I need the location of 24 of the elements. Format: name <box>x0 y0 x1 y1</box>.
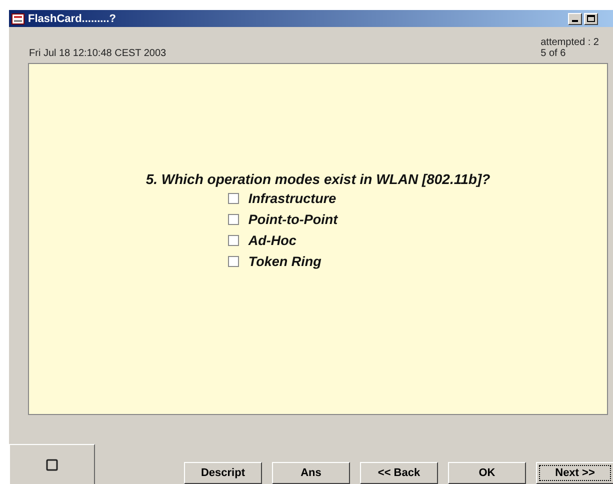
option-label: Ad-Hoc <box>248 233 296 248</box>
nav-button[interactable]: OK <box>448 462 526 484</box>
tab[interactable] <box>9 444 95 484</box>
app-icon <box>11 12 25 26</box>
option-label: Point-to-Point <box>248 212 338 227</box>
checkbox[interactable] <box>228 235 240 246</box>
question-text: 5. Which operation modes exist in WLAN [802.11b]? <box>146 171 490 187</box>
checkbox[interactable] <box>228 214 240 225</box>
option-label: Token Ring <box>248 254 322 269</box>
nav-button[interactable]: << Back <box>360 462 438 484</box>
progress-count: 5 of 6 <box>540 48 567 59</box>
window-title: FlashCard.........? <box>28 12 116 24</box>
maximize-icon <box>587 15 595 22</box>
maximize-button[interactable] <box>584 12 598 24</box>
checkbox[interactable] <box>228 256 240 267</box>
attempted-count: attempted : 2 <box>540 37 599 48</box>
nav-button[interactable]: Next >> <box>536 462 613 484</box>
nav-button[interactable]: Ans <box>272 462 350 484</box>
option-label: Infrastructure <box>248 191 336 206</box>
checkbox[interactable] <box>228 193 240 204</box>
timestamp: Fri Jul 18 12:10:48 CEST 2003 <box>29 48 166 59</box>
square-icon <box>46 458 58 470</box>
minimize-button[interactable] <box>568 12 582 24</box>
nav-button[interactable]: Descript <box>184 462 262 484</box>
